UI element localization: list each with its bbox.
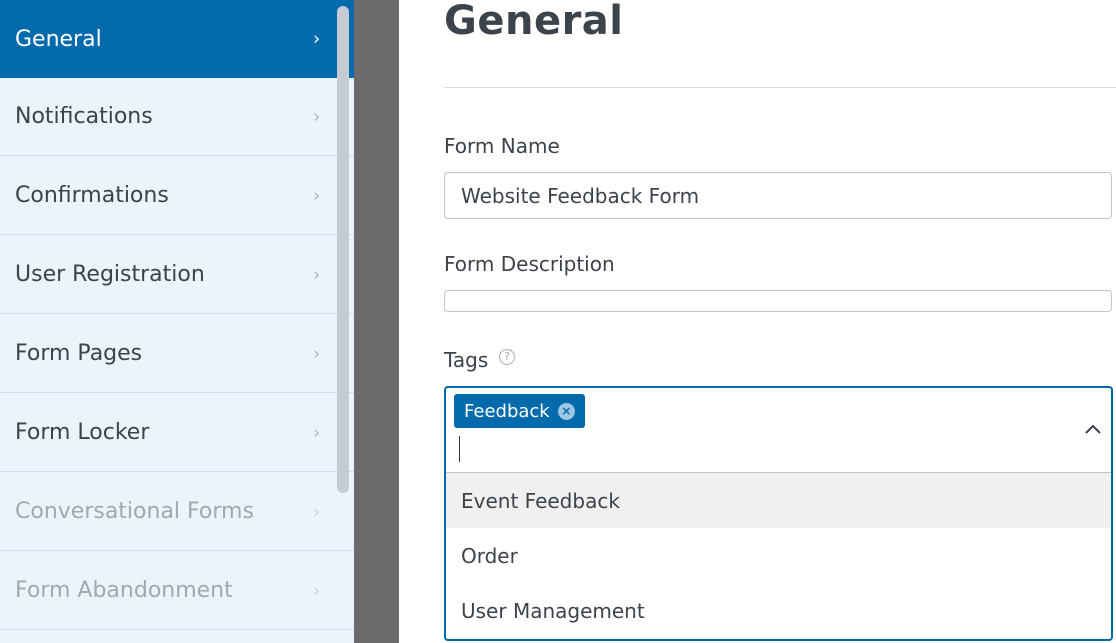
chevron-right-icon: › — [313, 185, 321, 206]
tag-option-label: Event Feedback — [461, 488, 620, 513]
settings-sidebar: General › Notifications › Confirmations … — [0, 0, 354, 643]
form-name-label: Form Name — [444, 134, 560, 158]
sidebar-item-label: Conversational Forms — [15, 499, 254, 524]
chevron-right-icon: › — [313, 580, 321, 601]
form-name-input[interactable]: Website Feedback Form — [444, 172, 1112, 219]
tag-option-user-management[interactable]: User Management — [446, 583, 1111, 638]
form-description-input[interactable] — [444, 290, 1112, 312]
tag-chip-feedback: Feedback × — [454, 394, 585, 428]
panel-gutter — [354, 0, 399, 643]
tags-dropdown: Event Feedback Order User Management — [446, 472, 1111, 638]
title-divider — [444, 87, 1116, 88]
tags-label: Tags — [444, 348, 489, 372]
sidebar-item-form-pages[interactable]: Form Pages › — [0, 315, 354, 393]
general-settings-panel: General Form Name Website Feedback Form … — [399, 0, 1116, 643]
form-name-value: Website Feedback Form — [461, 183, 700, 208]
page-title: General — [444, 0, 624, 44]
sidebar-item-label: Notifications — [15, 104, 153, 129]
sidebar-item-label: Form Locker — [15, 420, 150, 445]
sidebar-item-conversational-forms[interactable]: Conversational Forms › — [0, 473, 354, 551]
sidebar-item-label: Form Abandonment — [15, 578, 233, 603]
chevron-right-icon: › — [313, 501, 321, 522]
chevron-right-icon: › — [313, 343, 321, 364]
tag-option-label: User Management — [461, 598, 645, 623]
sidebar-item-label: User Registration — [15, 262, 205, 287]
sidebar-item-notifications[interactable]: Notifications › — [0, 78, 354, 156]
sidebar-item-label: Confirmations — [15, 183, 169, 208]
chevron-right-icon: › — [313, 28, 321, 50]
sidebar-item-label: General — [15, 26, 102, 52]
tag-chip-label: Feedback — [464, 400, 550, 422]
help-icon[interactable]: ? — [499, 349, 515, 365]
tag-option-label: Order — [461, 543, 518, 568]
sidebar-item-form-locker[interactable]: Form Locker › — [0, 394, 354, 472]
sidebar-item-form-abandonment[interactable]: Form Abandonment › — [0, 552, 354, 630]
chevron-right-icon: › — [313, 422, 321, 443]
remove-tag-icon[interactable]: × — [557, 402, 575, 420]
chevron-up-icon[interactable] — [1083, 422, 1103, 436]
tags-search-input[interactable] — [459, 436, 460, 462]
sidebar-item-general[interactable]: General › — [0, 0, 354, 78]
form-description-label: Form Description — [444, 252, 615, 276]
chevron-right-icon: › — [313, 264, 321, 285]
tag-option-event-feedback[interactable]: Event Feedback — [446, 473, 1111, 528]
sidebar-item-label: Form Pages — [15, 341, 143, 366]
tag-option-order[interactable]: Order — [446, 528, 1111, 583]
sidebar-scrollbar[interactable] — [337, 6, 349, 493]
sidebar-item-user-registration[interactable]: User Registration › — [0, 236, 354, 314]
sidebar-item-confirmations[interactable]: Confirmations › — [0, 157, 354, 235]
chevron-right-icon: › — [313, 106, 321, 127]
tags-select[interactable]: Feedback × Event Feedback Order User Man… — [444, 386, 1113, 641]
